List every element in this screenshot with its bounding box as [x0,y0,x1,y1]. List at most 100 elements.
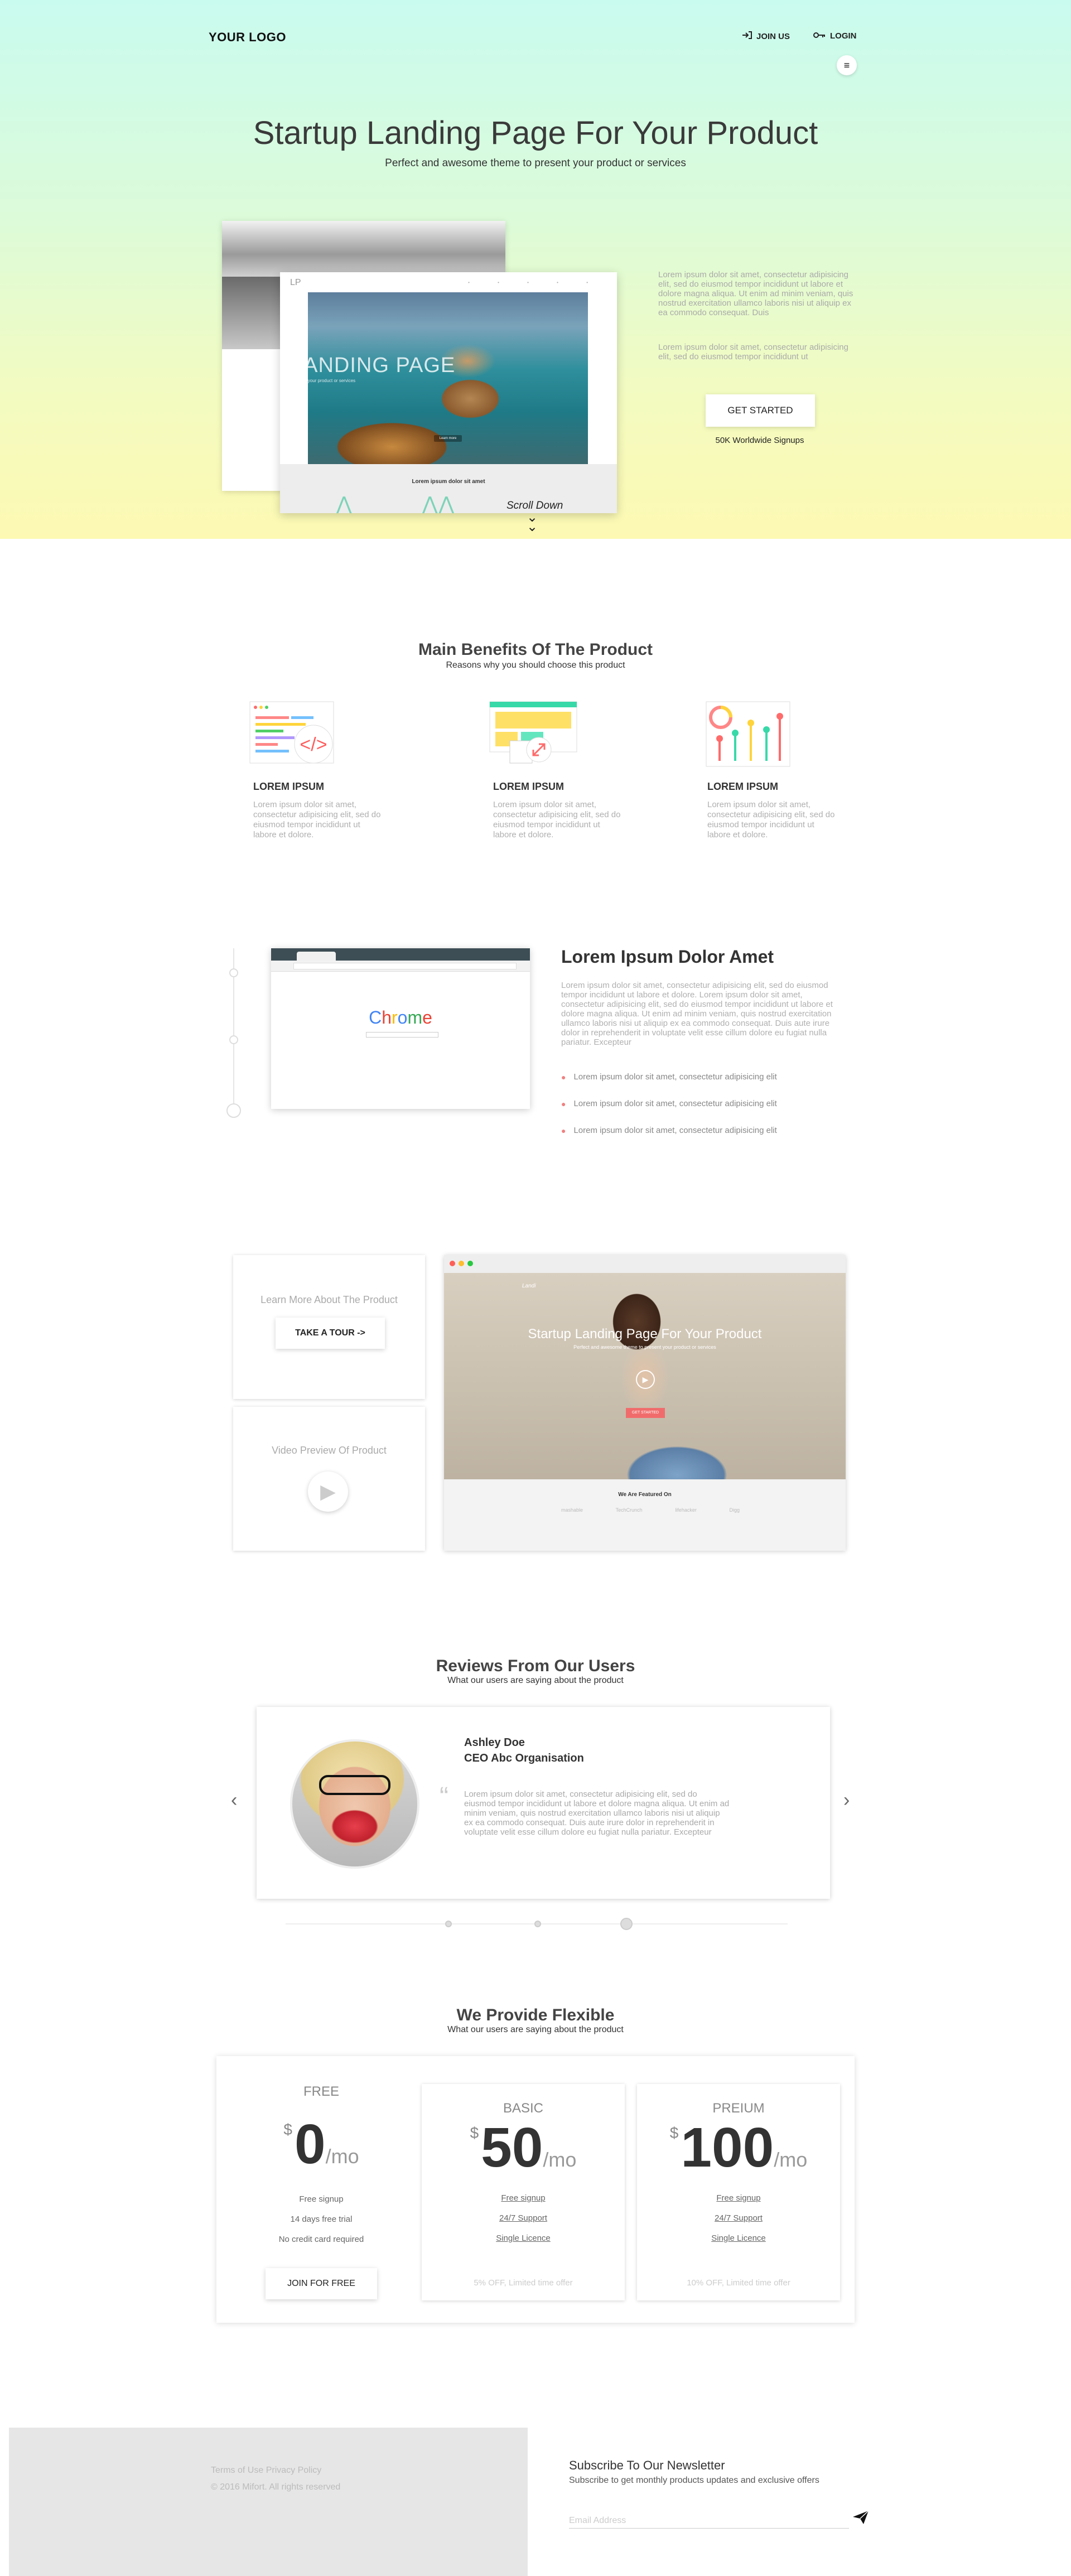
video-site-logo: Landi [522,1283,536,1289]
hero-title: Startup Landing Page For Your Product [253,115,818,151]
paper-plane-icon[interactable] [852,2510,869,2527]
bullet-dot-icon: ● [561,1072,566,1082]
plan-price: $0/mo [283,2113,359,2175]
window-maximize-dot [467,1261,473,1266]
mockup-front-screen: LP • • • • • LANDING PAGE Present your p… [280,272,617,513]
video-subtitle: Perfect and awesome theme to present you… [573,1344,716,1350]
review-text: Lorem ipsum dolor sit amet, consectetur … [464,1789,730,1837]
plan-feature: Free signup [716,2193,761,2203]
plan-offer: 5% OFF, Limited time offer [474,2278,573,2288]
plan-price: $50/mo [470,2116,577,2179]
slider-dot[interactable] [445,1921,452,1927]
feature-title: Lorem Ipsum Dolor Amet [561,947,774,967]
window-minimize-dot [459,1261,464,1266]
double-chevron-down-icon[interactable]: ⌄ ⌄ [527,511,538,534]
svg-text:</>: </> [300,734,327,755]
signups-count: 50K Worldwide Signups [715,436,804,445]
reviewer-role: CEO Abc Organisation [464,1752,584,1764]
mockup-back-image [222,277,283,349]
browser-search-box [366,1032,438,1038]
benefit-text: Lorem ipsum dolor sit amet, consectetur … [493,800,621,840]
get-started-button[interactable]: GET STARTED [706,394,815,427]
join-us-label: JOIN US [756,31,790,41]
mockup-title: LANDING PAGE [291,354,456,377]
feature-bullet: ● Lorem ipsum dolor sit amet, consectetur… [561,1099,777,1108]
video-featured-title: We Are Featured On [618,1492,672,1498]
avatar [290,1739,419,1869]
join-free-button[interactable]: JOIN FOR FREE [266,2268,377,2299]
plan-name: BASIC [503,2101,544,2116]
footer-left-panel [9,2428,528,2576]
take-tour-button[interactable]: TAKE A TOUR -> [276,1318,385,1349]
login-link[interactable]: LOGIN [813,31,857,41]
mockup-nav: • • • • • [468,280,601,285]
timeline-dot[interactable] [229,968,238,977]
chevron-right-icon[interactable]: › [843,1789,850,1811]
key-icon [813,31,826,41]
footer-links: Terms of Use Privacy Policy © 2016 Mifor… [211,2462,340,2496]
feature-bullet: ● Lorem ipsum dolor sit amet, consectetur… [561,1126,777,1135]
plan-feature: 24/7 Support [715,2213,763,2223]
code-window-icon: </> [248,700,340,769]
feature-bullet: ● Lorem ipsum dolor sit amet, consectetur… [561,1072,777,1082]
benefits-subtitle: Reasons why you should choose this produ… [446,660,625,670]
analytics-chart-icon [704,700,797,769]
hero-paragraph-2: Lorem ipsum dolor sit amet, consectetur … [658,342,848,361]
video-window[interactable]: Landi Startup Landing Page For Your Prod… [444,1255,846,1551]
avatar-glasses [319,1775,390,1795]
reviews-subtitle: What our users are saying about the prod… [447,1676,624,1685]
benefit-text: Lorem ipsum dolor sit amet, consectetur … [253,800,381,840]
site-logo[interactable]: YOUR LOGO [209,30,286,45]
benefits-title: Main Benefits Of The Product [418,640,653,659]
timeline-dot[interactable] [229,1035,238,1044]
video-play-icon[interactable]: ▶ [636,1370,655,1389]
footer-legal-links[interactable]: Terms of Use Privacy Policy [211,2462,340,2479]
reviews-title: Reviews From Our Users [436,1657,635,1675]
video-featured-logos: mashable TechCrunch lifehacker Digg [561,1507,740,1513]
plan-premium[interactable]: PREIUM $100/mo Free signup 24/7 Support … [637,2084,840,2300]
mockup-tagline: Present your product or services [291,378,356,383]
timeline-dot-active[interactable] [226,1103,241,1118]
pricing-title: We Provide Flexible [456,2006,615,2024]
video-featured-band [444,1479,846,1551]
join-us-link[interactable]: JOIN US [742,31,790,41]
reviewer-info: Ashley Doe CEO Abc Organisation [464,1735,584,1766]
plan-basic[interactable]: BASIC $50/mo Free signup 24/7 Support Si… [422,2084,625,2300]
pricing-subtitle: What our users are saying about the prod… [447,2025,624,2034]
bullet-dot-icon: ● [561,1099,566,1108]
plan-price: $100/mo [669,2116,808,2179]
slider-dot[interactable] [534,1921,541,1927]
video-title: Startup Landing Page For Your Product [528,1326,762,1342]
plan-name: PREIUM [712,2101,765,2116]
sign-in-icon [742,31,752,41]
tour-label: Learn More About The Product [260,1294,398,1305]
reviewer-name: Ashley Doe [464,1736,525,1749]
plan-feature: 24/7 Support [499,2213,547,2223]
benefit-text: Lorem ipsum dolor sit amet, consectetur … [707,800,835,840]
benefit-heading: LOREM IPSUM [707,781,779,792]
browser-tab [297,952,336,961]
plan-name: FREE [303,2084,339,2099]
quote-icon: “ [440,1782,448,1812]
menu-button[interactable]: ≡ [837,55,857,75]
browser-address-bar [293,963,517,969]
mockup-logo: LP [290,278,301,287]
plan-feature: No credit card required [278,2235,364,2244]
mockup-featured-title: Lorem ipsum dolor sit amet [412,479,485,485]
plan-feature: Free signup [299,2194,344,2204]
video-preview-label: Video Preview Of Product [272,1445,387,1456]
mockup-button: Learn more [434,435,462,442]
plan-feature: 14 days free trial [290,2215,353,2224]
browser-mockup: Chrome [271,948,530,1109]
plan-feature: Free signup [501,2193,546,2203]
chevron-left-icon[interactable]: ‹ [231,1789,237,1811]
mockup-back-banner [222,221,505,277]
window-close-dot [450,1261,455,1266]
play-button[interactable]: ▶ [308,1472,348,1512]
email-field[interactable] [569,2513,849,2529]
slider-dot-active[interactable] [620,1918,633,1930]
benefit-heading: LOREM IPSUM [493,781,565,792]
benefit-heading: LOREM IPSUM [253,781,325,792]
plan-feature: Single Licence [711,2234,766,2243]
hamburger-icon: ≡ [843,59,850,71]
